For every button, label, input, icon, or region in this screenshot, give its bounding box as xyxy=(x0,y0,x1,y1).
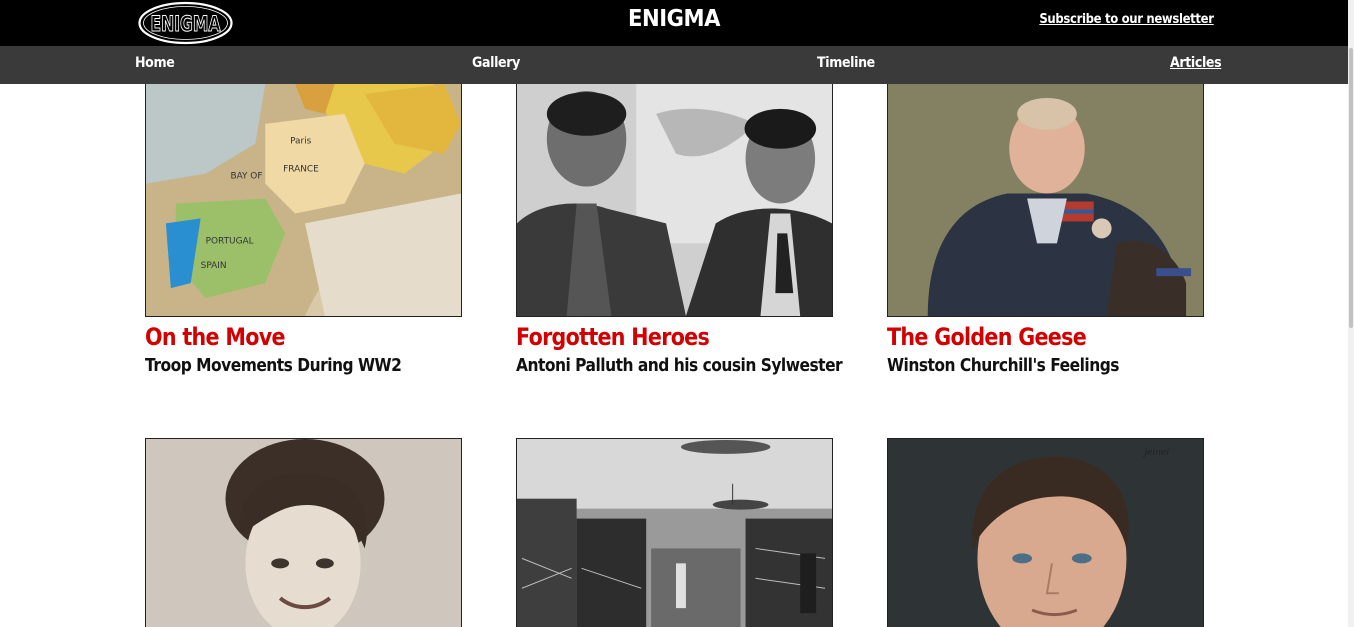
svg-text:FRANCE: FRANCE xyxy=(283,165,319,175)
article-title[interactable]: The Golden Geese xyxy=(887,323,1160,351)
article-card[interactable]: The Golden Geese Winston Churchill's Fee… xyxy=(887,84,1205,376)
svg-text:SPAIN: SPAIN xyxy=(201,261,227,271)
article-subtitle: Winston Churchill's Feelings xyxy=(887,355,1120,376)
turing-portrait[interactable]: jeinei xyxy=(887,438,1204,627)
top-bar: ENIGMA ENIGMA Subscribe to our newslette… xyxy=(0,0,1348,46)
watermark-signature: jeinei xyxy=(1142,448,1169,458)
svg-text:Paris: Paris xyxy=(290,137,312,147)
computer-room-photo[interactable] xyxy=(516,438,833,627)
europe-map-image[interactable]: Paris FRANCE BAY OF PORTUGAL SPAIN xyxy=(145,84,462,317)
article-title[interactable]: On the Move xyxy=(145,323,418,351)
nav-item-gallery[interactable]: Gallery xyxy=(472,55,520,71)
woman-portrait[interactable] xyxy=(145,438,462,627)
article-card[interactable] xyxy=(516,438,834,627)
scrollbar-thumb[interactable] xyxy=(1349,48,1353,328)
article-subtitle: Troop Movements During WW2 xyxy=(145,355,402,376)
article-card[interactable]: Paris FRANCE BAY OF PORTUGAL SPAIN On th… xyxy=(145,84,463,376)
nav-item-timeline[interactable]: Timeline xyxy=(817,55,875,71)
article-title[interactable]: Forgotten Heroes xyxy=(516,323,789,351)
page-scrollbar[interactable] xyxy=(1348,0,1354,627)
page: ENIGMA ENIGMA Subscribe to our newslette… xyxy=(0,0,1354,627)
article-subtitle: Antoni Palluth and his cousin Sylwester xyxy=(516,355,843,376)
churchill-portrait[interactable] xyxy=(887,84,1204,317)
article-card[interactable]: jeinei xyxy=(887,438,1205,627)
article-card[interactable] xyxy=(145,438,463,627)
nav-item-home[interactable]: Home xyxy=(135,55,175,71)
nav-bar: Home Gallery Timeline Articles xyxy=(0,46,1348,84)
svg-text:PORTUGAL: PORTUGAL xyxy=(206,236,254,246)
svg-text:BAY OF: BAY OF xyxy=(230,172,262,182)
article-card[interactable]: Forgotten Heroes Antoni Palluth and his … xyxy=(516,84,843,376)
subscribe-newsletter-link[interactable]: Subscribe to our newsletter xyxy=(1040,12,1215,27)
nav-item-articles[interactable]: Articles xyxy=(1170,55,1222,71)
two-men-photo[interactable] xyxy=(516,84,833,317)
